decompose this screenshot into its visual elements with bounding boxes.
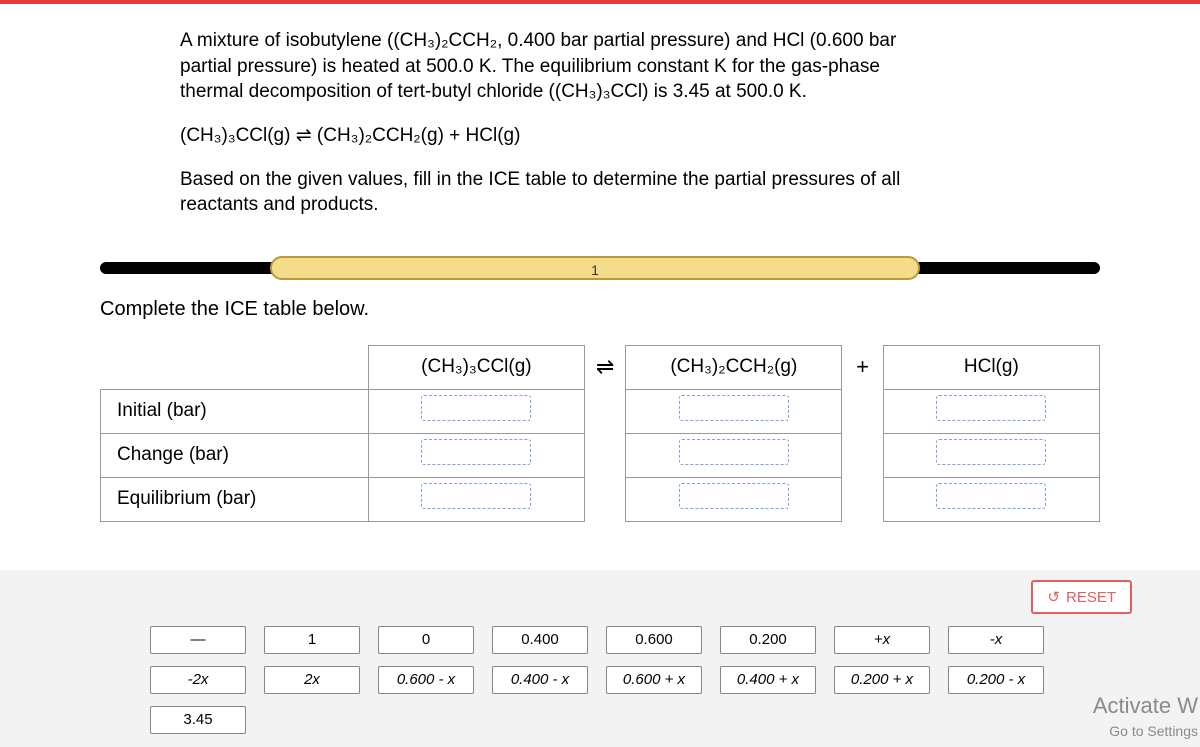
ice-table: (CH₃)₃CCl(g) ⇌ (CH₃)₂CCH₂(g) + HCl(g) In… (100, 345, 1100, 522)
tile[interactable]: 0 (378, 626, 474, 654)
row-label: Initial (bar) (101, 389, 369, 433)
undo-icon: ↺ (1047, 588, 1060, 606)
tile[interactable]: +x (834, 626, 930, 654)
tile[interactable]: 0.600 - x (378, 666, 474, 694)
question-text: A mixture of isobutylene ((CH₃)₂CCH₂, 0.… (0, 4, 970, 246)
spacer (585, 433, 626, 477)
tile[interactable]: 0.400 (492, 626, 588, 654)
tile[interactable]: 0.200 + x (834, 666, 930, 694)
equilibrium-symbol: ⇌ (585, 345, 626, 389)
spacer (842, 389, 883, 433)
table-row: Initial (bar) (101, 389, 1100, 433)
tile[interactable]: 0.200 - x (948, 666, 1044, 694)
row-label: Change (bar) (101, 433, 369, 477)
plus-symbol: + (842, 345, 883, 389)
dropzone[interactable] (679, 483, 789, 509)
tile[interactable]: -x (948, 626, 1044, 654)
dropzone[interactable] (421, 439, 531, 465)
question-p1: A mixture of isobutylene ((CH₃)₂CCH₂, 0.… (180, 28, 910, 105)
col-header-3: HCl(g) (883, 345, 1099, 389)
table-row: Equilibrium (bar) (101, 477, 1100, 521)
cell[interactable] (368, 433, 584, 477)
question-p3: Based on the given values, fill in the I… (180, 167, 910, 218)
spacer (842, 433, 883, 477)
cell[interactable] (626, 389, 842, 433)
tile[interactable]: 1 (264, 626, 360, 654)
progress-fill: 1 (270, 256, 920, 280)
cell[interactable] (883, 477, 1099, 521)
spacer (842, 477, 883, 521)
table-row: Change (bar) (101, 433, 1100, 477)
cell[interactable] (626, 477, 842, 521)
tile[interactable]: 0.400 - x (492, 666, 588, 694)
cell[interactable] (883, 389, 1099, 433)
dropzone[interactable] (679, 439, 789, 465)
cell[interactable] (883, 433, 1099, 477)
dropzone[interactable] (421, 483, 531, 509)
col-header-2: (CH₃)₂CCH₂(g) (626, 345, 842, 389)
windows-watermark-2: Go to Settings (1109, 723, 1198, 739)
cell[interactable] (368, 389, 584, 433)
reset-label: RESET (1066, 589, 1116, 606)
spacer (585, 389, 626, 433)
tile-row: — 1 0 0.400 0.600 0.200 +x -x (150, 626, 1200, 654)
tile[interactable]: 0.600 (606, 626, 702, 654)
tile[interactable]: 0.400 + x (720, 666, 816, 694)
tile[interactable]: 0.600 + x (606, 666, 702, 694)
cell[interactable] (626, 433, 842, 477)
instruction-text: Complete the ICE table below. (100, 298, 1200, 321)
row-label: Equilibrium (bar) (101, 477, 369, 521)
table-corner (101, 345, 369, 389)
dropzone[interactable] (936, 483, 1046, 509)
tile[interactable]: — (150, 626, 246, 654)
dropzone[interactable] (679, 395, 789, 421)
tile[interactable]: 2x (264, 666, 360, 694)
question-p2: (CH₃)₃CCl(g) ⇌ (CH₃)₂CCH₂(g) + HCl(g) (180, 123, 910, 149)
tile[interactable]: 3.45 (150, 706, 246, 734)
dropzone[interactable] (421, 395, 531, 421)
col-header-1: (CH₃)₃CCl(g) (368, 345, 584, 389)
tile-row: -2x 2x 0.600 - x 0.400 - x 0.600 + x 0.4… (150, 666, 1200, 694)
progress-step-label: 1 (591, 262, 599, 278)
reset-button[interactable]: ↺ RESET (1031, 580, 1132, 614)
answer-tiles-area: ↺ RESET — 1 0 0.400 0.600 0.200 +x -x -2… (0, 570, 1200, 747)
tile[interactable]: -2x (150, 666, 246, 694)
windows-watermark-1: Activate W (1093, 693, 1198, 719)
dropzone[interactable] (936, 395, 1046, 421)
spacer (585, 477, 626, 521)
tile[interactable]: 0.200 (720, 626, 816, 654)
progress-bar: 1 (100, 256, 1100, 280)
dropzone[interactable] (936, 439, 1046, 465)
tile-row: 3.45 (150, 706, 1200, 734)
cell[interactable] (368, 477, 584, 521)
